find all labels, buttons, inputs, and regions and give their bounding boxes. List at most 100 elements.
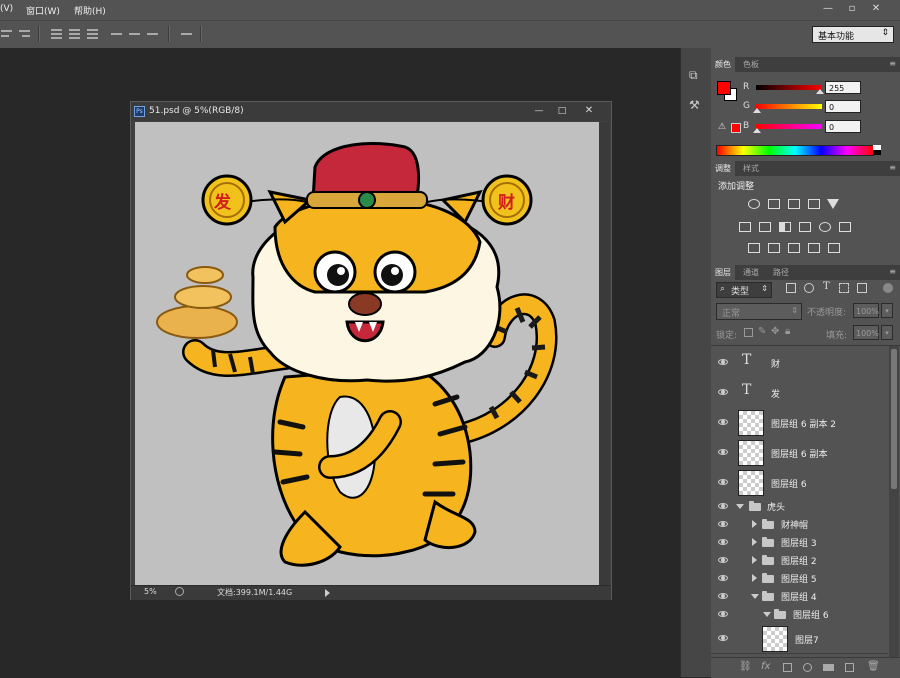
layer-row[interactable]: 图层组 6 副本 2	[711, 407, 888, 438]
tool-presets-icon[interactable]: ⚒	[689, 98, 703, 112]
layer-group-row[interactable]: 图层组 4	[711, 587, 888, 606]
slider-thumb-icon[interactable]	[816, 89, 824, 94]
tab-layers[interactable]: 图层	[711, 265, 735, 280]
visibility-eye-icon[interactable]	[718, 419, 728, 425]
blend-mode-select[interactable]: 正常 ⇕	[716, 303, 802, 320]
filter-pixel-icon[interactable]	[786, 283, 796, 293]
chevron-down-icon[interactable]: ▾	[881, 303, 893, 318]
slider-thumb-icon[interactable]	[753, 108, 761, 113]
menu-view[interactable]: (V)	[0, 4, 13, 14]
layer-group-row[interactable]: 图层组 3	[711, 533, 888, 552]
invert-icon[interactable]	[748, 243, 760, 253]
visibility-eye-icon[interactable]	[718, 359, 728, 365]
status-info-icon[interactable]	[175, 587, 184, 596]
layer-filter-select[interactable]: ⌕ 类型 ⇕	[716, 282, 772, 298]
lock-image-icon[interactable]: ✎	[758, 326, 766, 337]
layer-group-row[interactable]: 图层组 2	[711, 551, 888, 570]
channel-b-value[interactable]: 0	[825, 120, 861, 133]
chevron-down-icon[interactable]: ▾	[881, 325, 893, 340]
layer-group-row[interactable]: 财神帽	[711, 515, 888, 534]
collapse-arrow-icon[interactable]	[752, 556, 757, 564]
gamut-warning-icon[interactable]: ⚠	[718, 122, 726, 132]
visibility-eye-icon[interactable]	[718, 479, 728, 485]
photo-filter-icon[interactable]	[799, 222, 811, 232]
visibility-eye-icon[interactable]	[718, 635, 728, 641]
layer-style-fx-icon[interactable]: fx	[761, 661, 770, 672]
channel-mixer-icon[interactable]	[819, 222, 831, 232]
tab-swatches[interactable]: 色板	[739, 57, 763, 72]
color-lookup-icon[interactable]	[839, 222, 851, 232]
tab-adjustments[interactable]: 调整	[711, 161, 735, 176]
panel-menu-icon[interactable]: ≡	[889, 163, 896, 172]
scrollbar-thumb[interactable]	[891, 349, 897, 489]
doc-close-icon[interactable]: ✕	[577, 104, 601, 118]
slider-thumb-icon[interactable]	[753, 128, 761, 133]
channel-g-value[interactable]: 0	[825, 100, 861, 113]
channel-r-value[interactable]: 255	[825, 81, 861, 94]
distribute-bottom-icon[interactable]	[86, 28, 99, 40]
tab-channels[interactable]: 通道	[739, 265, 763, 280]
vibrance-icon[interactable]	[827, 199, 839, 209]
visibility-eye-icon[interactable]	[718, 389, 728, 395]
visibility-eye-icon[interactable]	[718, 575, 728, 581]
distribute-right-icon[interactable]	[146, 28, 159, 40]
doc-maximize-icon[interactable]: □	[552, 104, 572, 118]
filter-type-icon[interactable]: T	[823, 281, 830, 292]
distribute-left-icon[interactable]	[110, 28, 123, 40]
collapse-arrow-icon[interactable]	[752, 520, 757, 528]
visibility-eye-icon[interactable]	[718, 449, 728, 455]
curves-icon[interactable]	[788, 199, 800, 209]
lock-position-icon[interactable]: ✥	[771, 326, 779, 337]
workspace-select[interactable]: 基本功能 ⇕	[812, 26, 894, 43]
tab-styles[interactable]: 样式	[739, 161, 763, 176]
layer-row[interactable]: 图层7	[711, 623, 888, 654]
align-left-edges-icon[interactable]	[0, 28, 13, 40]
layer-row[interactable]: T 财	[711, 347, 888, 378]
color-balance-icon[interactable]	[759, 222, 771, 232]
menu-help[interactable]: 帮助(H)	[74, 4, 106, 17]
filter-toggle-icon[interactable]	[883, 283, 893, 293]
layer-row[interactable]: T 发	[711, 377, 888, 408]
posterize-icon[interactable]	[768, 243, 780, 253]
filter-shape-icon[interactable]	[839, 283, 849, 293]
panel-menu-icon[interactable]: ≡	[889, 59, 896, 68]
fill-input[interactable]: 100%	[853, 325, 879, 340]
black-white-icon[interactable]	[779, 222, 791, 232]
layer-group-row[interactable]: 图层组 5	[711, 569, 888, 588]
document-canvas[interactable]: 发 财	[135, 122, 599, 585]
doc-minimize-icon[interactable]: —	[529, 104, 549, 118]
vertical-scrollbar[interactable]	[599, 122, 610, 585]
align-right-edges-icon[interactable]	[18, 28, 31, 40]
lock-all-icon[interactable]: 🔒︎	[785, 326, 790, 337]
collapse-arrow-icon[interactable]	[752, 574, 757, 582]
link-layers-icon[interactable]: ⛓	[739, 661, 752, 672]
brightness-icon[interactable]	[748, 199, 760, 209]
document-title-bar[interactable]: Ps 51.psd @ 5%(RGB/8) — □ ✕	[131, 102, 611, 121]
trash-icon[interactable]: 🗑︎	[867, 661, 880, 672]
distribute-hcenter-icon[interactable]	[128, 28, 141, 40]
opacity-input[interactable]: 100%	[853, 303, 879, 318]
layer-row[interactable]: 图层组 6 副本	[711, 437, 888, 468]
expand-arrow-icon[interactable]	[763, 612, 771, 617]
visibility-eye-icon[interactable]	[718, 611, 728, 617]
adjustment-layer-icon[interactable]	[803, 663, 812, 672]
auto-align-icon[interactable]	[180, 28, 193, 40]
panel-menu-icon[interactable]: ≡	[889, 267, 896, 276]
filter-adjustment-icon[interactable]	[804, 283, 814, 293]
tab-paths[interactable]: 路径	[769, 265, 793, 280]
visibility-eye-icon[interactable]	[718, 521, 728, 527]
lock-transparent-icon[interactable]	[744, 328, 753, 337]
gradient-map-icon[interactable]	[828, 243, 840, 253]
layer-row[interactable]: 图层组 6	[711, 467, 888, 498]
channel-g-slider[interactable]	[756, 104, 822, 109]
layer-group-row[interactable]: 图层组 6	[711, 605, 888, 624]
color-spectrum-bar[interactable]	[716, 145, 874, 156]
collapse-arrow-icon[interactable]	[752, 538, 757, 546]
gamut-swatch[interactable]	[731, 123, 741, 133]
visibility-eye-icon[interactable]	[718, 557, 728, 563]
visibility-eye-icon[interactable]	[718, 593, 728, 599]
layer-mask-icon[interactable]	[783, 663, 792, 672]
maximize-icon[interactable]: ▫	[842, 2, 862, 16]
channel-r-slider[interactable]	[756, 85, 822, 90]
menu-window[interactable]: 窗口(W)	[26, 4, 60, 17]
